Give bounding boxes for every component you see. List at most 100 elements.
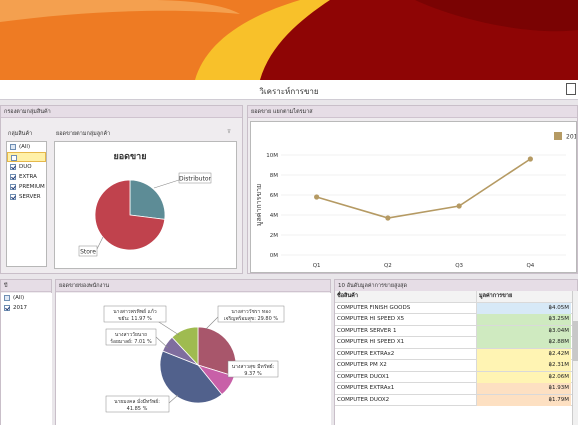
data-point xyxy=(527,156,533,162)
slice-value: เจริญพร้อมสุข: 29.80 % xyxy=(224,315,279,322)
checkbox[interactable] xyxy=(10,174,16,180)
slice-label: Store xyxy=(80,249,96,256)
sales-value: ฿2.42M xyxy=(476,348,571,360)
sales-value: ฿1.79M xyxy=(476,394,571,406)
checkbox[interactable] xyxy=(11,155,17,161)
table-row[interactable]: COMPUTER DUOX2 ฿1.79M xyxy=(335,394,578,406)
slice-label: นายมงคล มั่งมีทรัพย์: xyxy=(114,398,160,405)
column-header[interactable]: มูลค่าการขาย xyxy=(476,291,571,302)
product-name: COMPUTER EXTRAx2 xyxy=(337,350,395,357)
sales-analysis-dashboard: วิเคราะห์การขาย กรองตามกลุ่มสินค้า กลุ่ม… xyxy=(0,0,578,425)
table-row[interactable]: COMPUTER SERVER 1 ฿3.04M xyxy=(335,325,578,337)
slice-value: ขยัน: 11.97 % xyxy=(118,316,152,322)
filter-icon[interactable]: ⊽ xyxy=(227,129,231,135)
y-tick-label: 4M xyxy=(270,213,278,219)
sales-by-quarter-panel: ยอดขาย แยกตามไตรมาส 0M 2M 4M 6M 8M 10M มูลค่าก… xyxy=(247,105,578,274)
slice-label: นางสาวสุข มีทรัพย์: xyxy=(232,363,275,370)
customer-pie-chart[interactable]: ยอดขาย Distributor Store xyxy=(54,141,237,269)
product-name: COMPUTER HI SPEED X1 xyxy=(337,339,405,345)
panel-title: ยอดขายของพนักงาน xyxy=(56,280,330,292)
slice-label: นางสาววัชรา ทอง xyxy=(231,309,271,315)
slicer-item[interactable]: SERVER xyxy=(7,192,46,202)
panel-title: ปี xyxy=(1,280,51,292)
product-name: COMPUTER SERVER 1 xyxy=(337,327,397,334)
chart-header: ยอดขายตามกลุ่มลูกค้า xyxy=(56,131,111,137)
product-name: COMPUTER EXTRAx1 xyxy=(337,385,395,391)
slicer-item-label: (All) xyxy=(13,295,25,301)
checkbox[interactable] xyxy=(4,305,10,311)
checkbox[interactable] xyxy=(10,164,16,170)
slicer-item-label: DUO xyxy=(19,164,32,170)
export-icon[interactable] xyxy=(566,83,576,95)
leader-line xyxy=(205,316,219,330)
slicer-item-label: (All) xyxy=(19,144,31,150)
y-tick-label: 0M xyxy=(270,253,278,259)
sales-value: ฿4.05M xyxy=(476,302,571,314)
series-line xyxy=(316,158,531,219)
x-tick-label: Q2 xyxy=(384,263,392,269)
table-row[interactable]: COMPUTER PM X2 ฿2.31M xyxy=(335,360,578,372)
data-point xyxy=(456,203,462,209)
table-header: ชื่อสินค้า มูลค่าการขาย xyxy=(335,291,578,303)
top10-table[interactable]: ชื่อสินค้า มูลค่าการขาย COMPUTER FINISH GO… xyxy=(335,291,578,425)
table-row[interactable]: COMPUTER HI SPEED X1 ฿2.88M xyxy=(335,337,578,349)
checkbox[interactable] xyxy=(10,184,16,190)
slicer-item[interactable]: PREMIUM xyxy=(7,182,46,192)
employee-pie-chart[interactable]: นางสาวพรทิพย์ แก้ว ขยัน: 11.97 % นางสาววัช… xyxy=(56,293,331,425)
checkbox[interactable] xyxy=(10,144,16,150)
data-point xyxy=(314,194,320,200)
sales-value: ฿3.25M xyxy=(476,314,571,325)
slicer-item[interactable]: EXTRA xyxy=(7,172,46,182)
header-banner xyxy=(0,0,578,80)
y-axis-label: มูลค่าการขาย xyxy=(255,184,263,226)
x-tick-label: Q4 xyxy=(526,263,534,269)
leader-line xyxy=(155,336,169,349)
product-group-slicer[interactable]: (All) DUO EXTRA PREMIUM SERVER xyxy=(6,141,47,267)
column-header[interactable]: ชื่อสินค้า xyxy=(337,291,475,302)
year-panel: ปี (All) 2017 xyxy=(0,279,52,425)
year-slicer[interactable]: (All) 2017 xyxy=(1,293,52,425)
sales-value: ฿2.06M xyxy=(476,371,571,383)
slice-label: นางสาวพรทิพย์ แก้ว xyxy=(113,308,157,315)
scroll-thumb[interactable] xyxy=(573,321,578,361)
checkbox[interactable] xyxy=(4,295,10,301)
legend-label: 2017 xyxy=(566,134,576,141)
table-row[interactable]: COMPUTER HI SPEED X5 ฿3.25M xyxy=(335,314,578,326)
leader-line xyxy=(153,179,180,189)
slicer-item-label: PREMIUM xyxy=(19,184,45,190)
table-row[interactable]: COMPUTER EXTRAx2 ฿2.42M xyxy=(335,348,578,360)
y-tick-label: 10M xyxy=(266,153,278,159)
slicer-item[interactable]: DUO xyxy=(7,162,46,172)
sales-value: ฿1.93M xyxy=(476,383,571,394)
slicer-item[interactable]: 2017 xyxy=(1,303,52,313)
slice-label: Distributor xyxy=(179,176,212,183)
slice-value: 9.37 % xyxy=(244,371,262,377)
sales-value: ฿2.88M xyxy=(476,337,571,348)
y-tick-label: 8M xyxy=(270,173,278,179)
slicer-header: กลุ่มสินค้า xyxy=(8,131,33,137)
table-row[interactable]: COMPUTER EXTRAx1 ฿1.93M xyxy=(335,383,578,395)
table-scrollbar[interactable] xyxy=(572,291,578,425)
title-bar: วิเคราะห์การขาย xyxy=(0,80,578,100)
employee-sales-panel: ยอดขายของพนักงาน นางสาวพรทิพย์ แก้ว ขยัน:… xyxy=(55,279,331,425)
sales-value: ฿3.04M xyxy=(476,325,571,337)
data-point xyxy=(385,215,391,221)
sales-line-chart[interactable]: 0M 2M 4M 6M 8M 10M มูลค่าการขาย Q1 Q2 Q3 Q4 2017 xyxy=(250,121,578,273)
slice-label: นางสาววัยนาถ xyxy=(115,332,147,338)
x-tick-label: Q1 xyxy=(313,263,321,269)
slicer-item-label: 2017 xyxy=(13,305,27,311)
slicer-item[interactable] xyxy=(7,152,46,162)
checkbox[interactable] xyxy=(10,194,16,200)
table-row[interactable]: COMPUTER DUOX1 ฿2.06M xyxy=(335,371,578,383)
slice-value: 41.85 % xyxy=(127,406,148,412)
slicer-item[interactable]: (All) xyxy=(7,142,46,152)
sales-value: ฿2.31M xyxy=(476,360,571,371)
slice-value: ร้อยมาลย์: 7.01 % xyxy=(110,338,152,345)
product-name: COMPUTER DUOX1 xyxy=(337,373,390,380)
slicer-item[interactable]: (All) xyxy=(1,293,52,303)
table-row[interactable]: COMPUTER FINISH GOODS ฿4.05M xyxy=(335,302,578,314)
product-name: COMPUTER FINISH GOODS xyxy=(337,304,411,311)
panel-title: กรองตามกลุ่มสินค้า xyxy=(1,106,242,118)
slicer-item-label: SERVER xyxy=(19,194,41,200)
slicer-item-label: EXTRA xyxy=(19,174,37,180)
